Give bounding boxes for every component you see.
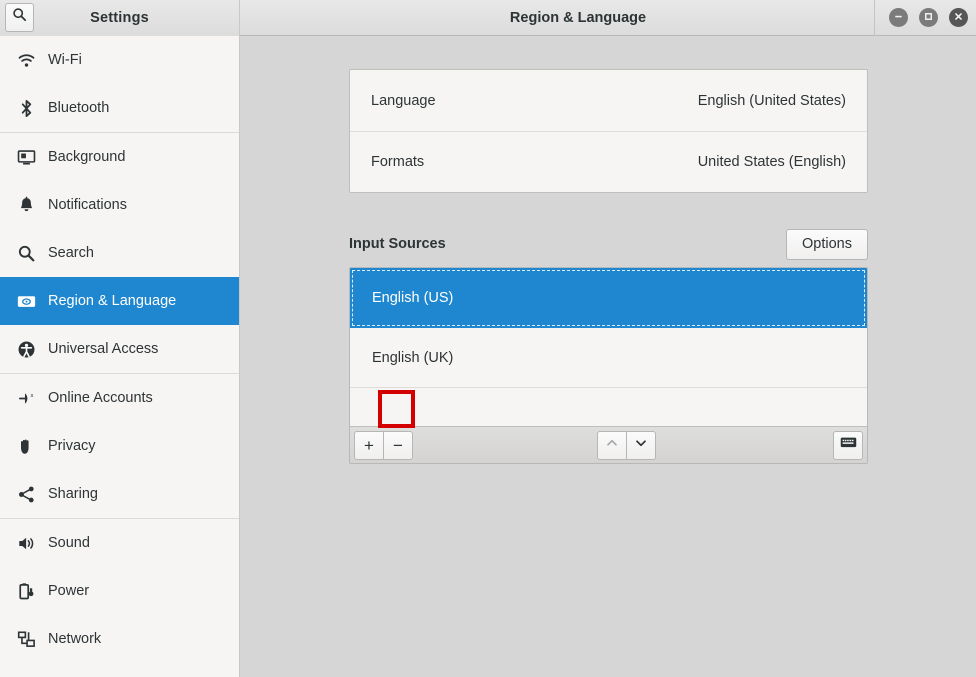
page-title: Region & Language	[509, 9, 647, 26]
sidebar-item-label: Bluetooth	[48, 100, 110, 116]
speaker-icon	[13, 532, 39, 554]
formats-row[interactable]: Formats United States (English)	[350, 131, 867, 192]
input-source-label: English (UK)	[372, 349, 454, 366]
sidebar-item-online-accounts[interactable]: s Online Accounts	[0, 374, 239, 422]
add-remove-button-group: + −	[354, 430, 413, 460]
search-icon	[12, 7, 27, 27]
maximize-button[interactable]	[919, 8, 938, 27]
sidebar-item-label: Notifications	[48, 197, 127, 213]
sidebar-item-label: Network	[48, 631, 102, 647]
hand-icon	[13, 435, 39, 457]
input-source-row-english-uk[interactable]: English (UK)	[350, 328, 867, 388]
sidebar-item-background[interactable]: Background	[0, 133, 239, 181]
keyboard-icon	[840, 436, 857, 454]
bell-icon	[13, 194, 39, 216]
language-row-label: Language	[371, 92, 436, 109]
language-row[interactable]: Language English (United States)	[350, 70, 867, 131]
chevron-up-icon	[605, 436, 619, 455]
sidebar-item-sound[interactable]: Sound	[0, 519, 239, 567]
sidebar-item-label: Online Accounts	[48, 390, 153, 406]
input-sources-toolbar: + −	[350, 426, 867, 463]
svg-text:s: s	[30, 393, 33, 399]
sidebar-item-label: Region & Language	[48, 293, 177, 309]
maximize-icon	[923, 9, 934, 27]
sidebar-item-label: Sound	[48, 535, 90, 551]
sidebar: Wi-Fi Bluetooth Background Notifications…	[0, 36, 240, 677]
titlebar-sidebar-section: Settings	[0, 0, 240, 36]
remove-input-source-button[interactable]: −	[383, 430, 413, 460]
language-row-value: English (United States)	[697, 92, 846, 109]
titlebar: Settings Region & Language	[0, 0, 976, 36]
close-icon	[953, 9, 964, 27]
titlebar-content-section: Region & Language	[240, 0, 976, 36]
sidebar-item-label: Power	[48, 583, 90, 599]
close-button[interactable]	[949, 8, 968, 27]
sidebar-item-label: Privacy	[48, 438, 96, 454]
sidebar-item-wifi[interactable]: Wi-Fi	[0, 36, 239, 84]
input-sources-list: English (US) English (UK)	[350, 268, 867, 388]
magnifier-icon	[13, 242, 39, 264]
sidebar-item-sharing[interactable]: Sharing	[0, 470, 239, 518]
formats-row-label: Formats	[371, 154, 425, 170]
bluetooth-icon	[13, 97, 39, 119]
minimize-icon	[893, 9, 904, 27]
move-up-button[interactable]	[597, 430, 627, 460]
online-accounts-icon: s	[13, 387, 39, 409]
background-icon	[13, 146, 39, 168]
input-source-label: English (US)	[372, 289, 454, 306]
app-title: Settings	[90, 9, 149, 26]
input-sources-label: Input Sources	[349, 236, 446, 252]
input-source-row-english-us[interactable]: English (US)	[350, 268, 867, 328]
input-sources-panel: English (US) English (UK) + −	[349, 267, 868, 464]
sidebar-item-network[interactable]: Network	[0, 615, 239, 663]
battery-icon	[13, 580, 39, 602]
minus-icon: −	[393, 435, 403, 455]
sidebar-item-privacy[interactable]: Privacy	[0, 422, 239, 470]
search-button[interactable]	[5, 2, 34, 32]
sidebar-item-notifications[interactable]: Notifications	[0, 181, 239, 229]
window-controls	[874, 0, 968, 36]
move-button-group	[597, 430, 656, 460]
sidebar-item-bluetooth[interactable]: Bluetooth	[0, 84, 239, 132]
keyboard-preview-group	[833, 430, 863, 460]
network-icon	[13, 628, 39, 650]
options-button[interactable]: Options	[786, 228, 868, 260]
sidebar-item-universal-access[interactable]: Universal Access	[0, 325, 239, 373]
input-sources-header: Input Sources Options	[349, 226, 868, 262]
sidebar-item-label: Search	[48, 245, 94, 261]
minimize-button[interactable]	[889, 8, 908, 27]
keyboard-preview-button[interactable]	[833, 430, 863, 460]
formats-row-value: United States (English)	[697, 154, 846, 170]
add-input-source-button[interactable]: +	[354, 430, 384, 460]
sidebar-item-label: Sharing	[48, 486, 98, 502]
accessibility-icon	[13, 338, 39, 360]
wifi-icon	[13, 49, 39, 71]
region-language-icon	[13, 290, 39, 312]
content-area: Language English (United States) Formats…	[241, 36, 976, 677]
move-down-button[interactable]	[626, 430, 656, 460]
share-icon	[13, 483, 39, 505]
sidebar-item-label: Universal Access	[48, 341, 159, 357]
plus-icon: +	[364, 435, 374, 455]
sidebar-item-region-language[interactable]: Region & Language	[0, 277, 239, 325]
sidebar-item-power[interactable]: Power	[0, 567, 239, 615]
sidebar-item-search[interactable]: Search	[0, 229, 239, 277]
sidebar-item-label: Background	[48, 149, 126, 165]
chevron-down-icon	[634, 436, 648, 455]
sidebar-item-label: Wi-Fi	[48, 52, 82, 68]
language-card: Language English (United States) Formats…	[349, 69, 868, 193]
